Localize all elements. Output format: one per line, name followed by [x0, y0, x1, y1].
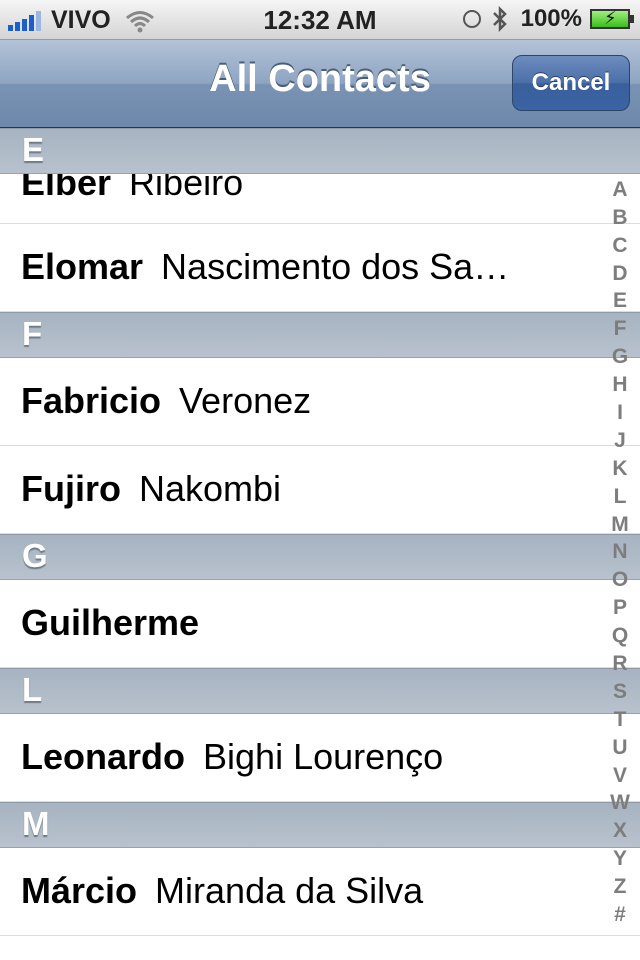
index-letter[interactable]: W: [600, 789, 640, 817]
index-letter[interactable]: N: [600, 538, 640, 566]
alarm-icon: [462, 10, 481, 28]
index-letter[interactable]: G: [600, 343, 640, 371]
index-letter[interactable]: K: [600, 455, 640, 483]
navigation-bar: All Contacts Cancel: [0, 40, 640, 128]
index-letter[interactable]: D: [600, 260, 640, 288]
contact-name: Fabricio Veronez: [21, 380, 312, 421]
index-letter[interactable]: J: [600, 427, 640, 455]
index-letter[interactable]: S: [600, 678, 640, 706]
contact-row[interactable]: Leonardo Bighi Lourenço: [0, 714, 640, 802]
status-right: 100% ⚡: [462, 5, 634, 33]
contact-name: Leonardo Bighi Lourenço: [21, 736, 444, 777]
contact-row[interactable]: Guilherme: [0, 580, 640, 668]
contact-row[interactable]: Márcio Miranda da Silva: [0, 848, 640, 936]
index-letter[interactable]: X: [600, 817, 640, 845]
index-letter[interactable]: P: [600, 594, 640, 622]
contact-row[interactable]: Fujiro Nakombi: [0, 446, 640, 534]
index-letter[interactable]: #: [600, 901, 640, 929]
cancel-button[interactable]: Cancel: [512, 55, 630, 111]
contact-name: Elomar Nascimento dos Sa…: [21, 246, 510, 287]
index-letter[interactable]: E: [600, 287, 640, 315]
bluetooth-icon: [492, 6, 507, 32]
index-letter[interactable]: M: [600, 511, 640, 539]
index-letter[interactable]: R: [600, 650, 640, 678]
index-letter[interactable]: B: [600, 204, 640, 232]
section-index[interactable]: A B C D E F G H I J K L M N O P Q R S T …: [600, 148, 640, 938]
index-letter[interactable]: T: [600, 706, 640, 734]
index-letter[interactable]: C: [600, 232, 640, 260]
section-header-f: F: [0, 312, 640, 358]
section-header-m: M: [0, 802, 640, 848]
status-bar: VIVO 12:32 AM 100% ⚡: [0, 0, 640, 40]
index-letter[interactable]: V: [600, 762, 640, 790]
battery-icon: ⚡: [590, 8, 634, 29]
index-letter[interactable]: O: [600, 566, 640, 594]
index-letter[interactable]: Z: [600, 873, 640, 901]
index-letter[interactable]: Y: [600, 845, 640, 873]
index-letter[interactable]: U: [600, 734, 640, 762]
section-header-g: G: [0, 534, 640, 580]
contact-name: Fujiro Nakombi: [21, 468, 282, 509]
index-letter[interactable]: F: [600, 315, 640, 343]
index-letter[interactable]: I: [600, 399, 640, 427]
contact-name: Guilherme: [21, 602, 200, 643]
index-letter[interactable]: H: [600, 371, 640, 399]
contact-row[interactable]: Elomar Nascimento dos Sa…: [0, 224, 640, 312]
contact-name: Márcio Miranda da Silva: [21, 870, 424, 911]
index-letter[interactable]: Q: [600, 622, 640, 650]
index-letter[interactable]: A: [600, 176, 640, 204]
battery-percent: 100%: [520, 5, 582, 32]
contact-row[interactable]: Fabricio Veronez: [0, 358, 640, 446]
contact-list[interactable]: E ElberRibeiro E ElomarNascimento dos Sa…: [0, 128, 640, 960]
index-letter[interactable]: L: [600, 483, 640, 511]
section-header-l: L: [0, 668, 640, 714]
section-header-e-sticky: E: [0, 128, 640, 174]
